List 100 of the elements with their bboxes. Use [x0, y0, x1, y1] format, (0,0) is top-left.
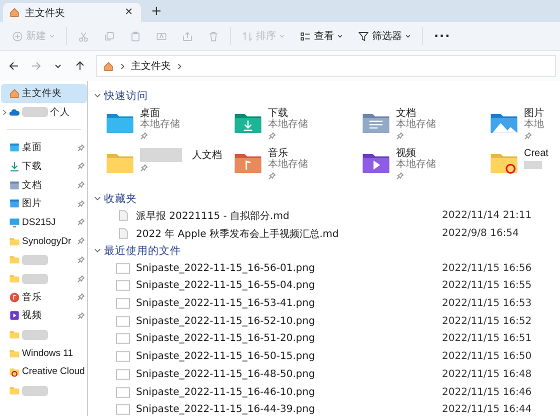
clipboard-icon — [130, 30, 141, 42]
quick-access-item[interactable]: 图片 本地 — [490, 108, 560, 144]
file-row[interactable]: 派早报 20221115 - 自拟部分.md 2022/11/14 21:11 — [94, 207, 560, 225]
folder-name: 视频 — [396, 148, 416, 159]
copy-icon — [104, 30, 115, 42]
file-row[interactable]: Snipaste_2022-11-15_16-55-04.png 2022/11/15 16:55 — [94, 277, 560, 295]
pin-icon — [77, 200, 85, 208]
file-row[interactable]: Snipaste_2022-11-15_16-48-50.png 2022/11/15 16:48 — [94, 366, 560, 384]
chevron-down-icon — [94, 92, 101, 99]
blurred-name — [22, 386, 48, 396]
image-file-icon — [116, 316, 130, 327]
pin-icon — [140, 132, 148, 140]
pin-icon — [140, 164, 148, 172]
sidebar-label: 主文件夹 — [22, 86, 63, 100]
folder-icon — [9, 385, 20, 396]
file-row[interactable]: Snipaste_2022-11-15_16-53-41.png 2022/11/15 16:53 — [94, 294, 560, 312]
sidebar-label: Windows 11 — [22, 348, 74, 359]
file-row[interactable]: Snipaste_2022-11-15_16-51-20.png 2022/11/15 16:51 — [94, 330, 560, 348]
close-tab-button[interactable]: ✕ — [122, 7, 135, 18]
quick-access-item[interactable]: Creat — [490, 148, 560, 184]
breadcrumb[interactable]: 主文件夹 — [131, 59, 171, 73]
folder-icon — [9, 329, 20, 340]
file-row[interactable]: Snipaste_2022-11-15_16-50-15.png 2022/11/15 16:50 — [94, 348, 560, 366]
sidebar-label: 下载 — [22, 160, 43, 173]
sidebar-label: 桌面 — [22, 141, 43, 154]
filter-button[interactable]: 筛选器 — [352, 25, 417, 47]
forward-arrow-icon — [30, 60, 42, 72]
sidebar-item[interactable]: 个人 — [1, 102, 87, 122]
chevron-right-icon[interactable] — [177, 62, 182, 70]
section-header[interactable]: 收藏夹 — [94, 190, 560, 207]
sidebar-item[interactable]: 音乐 — [1, 288, 87, 307]
quick-access-item[interactable]: 文档 本地存储 — [362, 108, 490, 144]
quick-access-item[interactable]: 人文档 — [106, 148, 234, 184]
pin-icon — [396, 132, 404, 140]
home-icon — [103, 60, 114, 72]
sidebar-item[interactable]: 图片 — [1, 194, 87, 214]
sidebar-item[interactable]: 桌面 — [1, 138, 87, 158]
blurred-name — [140, 148, 182, 162]
file-name: Snipaste_2022-11-15_16-56-01.png — [136, 262, 316, 274]
home-icon — [9, 7, 20, 18]
sidebar-item[interactable]: Creative Cloud — [1, 362, 87, 382]
sidebar-item[interactable]: 视频 — [1, 306, 87, 326]
file-name: Snipaste_2022-11-15_16-53-41.png — [136, 298, 316, 310]
monitor-icon — [9, 216, 20, 228]
sidebar-item[interactable]: SynologyDr — [1, 232, 87, 250]
download-icon — [9, 160, 20, 172]
image-file-icon — [116, 386, 130, 398]
quick-access-item[interactable]: 下载 本地存储 — [234, 108, 362, 144]
new-tab-button[interactable]: + — [149, 4, 164, 19]
video-icon — [9, 310, 20, 322]
image-file-icon — [116, 333, 130, 344]
file-date: 2022/11/15 16:56 — [442, 262, 532, 274]
pin-icon — [77, 162, 85, 170]
home-icon — [9, 88, 20, 99]
quick-access-item[interactable]: 视频 本地存储 — [362, 148, 490, 184]
image-file-icon — [116, 280, 130, 292]
sidebar-item[interactable]: Windows 11 — [1, 344, 87, 363]
file-row[interactable]: Snipaste_2022-11-15_16-46-10.png 2022/11/15 16:46 — [94, 383, 560, 401]
sidebar-item[interactable]: DS215J — [1, 213, 87, 232]
back-arrow-icon — [8, 60, 20, 72]
file-name: Snipaste_2022-11-15_16-46-10.png — [136, 386, 316, 398]
sidebar-label: 视频 — [22, 309, 43, 322]
sidebar-label: 音乐 — [22, 290, 43, 304]
file-row[interactable]: 2022 年 Apple 秋季发布会上手视频汇总.md 2022/9/8 16:54 — [94, 224, 560, 242]
folder-name: 图片 — [524, 108, 544, 119]
sidebar-label: SynologyDr — [22, 236, 72, 247]
sidebar-item[interactable]: 下载 — [1, 157, 87, 176]
folder-name: 人文档 — [192, 150, 222, 160]
quick-access-item[interactable]: 音乐 本地存储 — [234, 148, 362, 184]
file-row[interactable]: Snipaste_2022-11-15_16-52-10.png 2022/11/15 16:52 — [94, 312, 560, 330]
folder-icon — [9, 236, 20, 247]
section-header[interactable]: 最近使用的文件 — [94, 242, 560, 260]
file-row[interactable]: Snipaste_2022-11-15_16-56-01.png 2022/11/15 16:56 — [94, 259, 560, 278]
pictures-folder-icon — [9, 198, 20, 210]
chevron-right-icon[interactable] — [2, 108, 7, 116]
folder-icon — [9, 273, 20, 284]
creative-cloud-folder-icon — [9, 366, 20, 378]
file-name: 2022 年 Apple 秋季发布会上手视频汇总.md — [136, 228, 340, 241]
pin-icon — [77, 293, 85, 302]
view-button[interactable]: 查看 — [294, 25, 349, 47]
desktop-folder-icon — [106, 111, 134, 135]
section-header[interactable]: 快速访问 — [94, 87, 560, 104]
more-button[interactable]: ··· — [428, 25, 457, 47]
share-icon — [182, 30, 193, 42]
scissors-icon — [78, 30, 89, 42]
sidebar-item[interactable]: 文档 — [1, 176, 87, 194]
sidebar-label: 图片 — [22, 197, 43, 210]
chevron-right-icon[interactable] — [120, 62, 125, 70]
address-bar[interactable]: 主文件夹 — [96, 55, 556, 77]
file-date: 2022/11/15 16:52 — [442, 316, 532, 327]
file-row[interactable]: Snipaste_2022-11-15_16-44-39.png 2022/11/15 16:44 — [94, 400, 560, 416]
folder-name: Creat — [524, 148, 548, 159]
pin-icon — [396, 172, 404, 180]
folder-tab[interactable]: 主文件夹 ✕ — [3, 3, 141, 22]
sidebar-item[interactable]: 主文件夹 — [1, 84, 87, 103]
list-view-icon — [300, 30, 311, 42]
download-folder-icon — [234, 111, 262, 135]
blurred-name — [22, 330, 48, 340]
trash-icon — [208, 30, 219, 42]
quick-access-item[interactable]: 桌面 本地存储 — [106, 108, 234, 144]
